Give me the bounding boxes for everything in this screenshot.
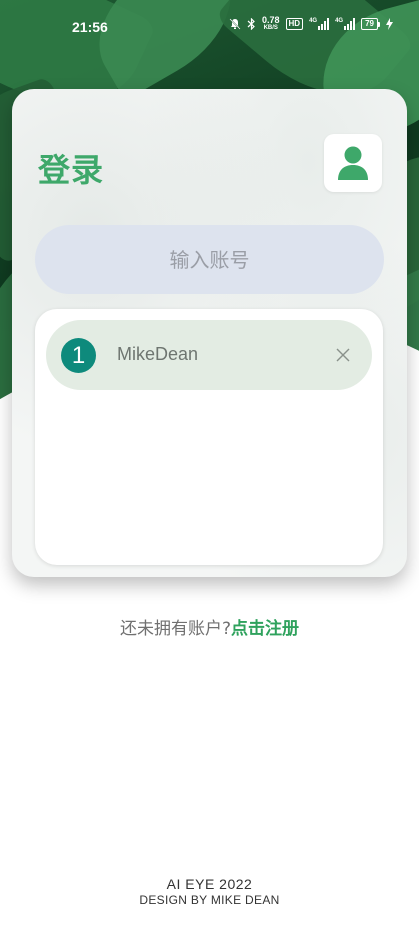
user-avatar-button[interactable] — [324, 134, 382, 192]
account-input[interactable] — [35, 225, 384, 294]
footer: AI EYE 2022 DESIGN BY MIKE DEAN — [0, 876, 419, 907]
network-speed-value: 0.78 — [261, 15, 280, 25]
register-prompt: 还未拥有账户?点击注册 — [0, 614, 419, 639]
bluetooth-icon — [247, 18, 256, 30]
user-icon — [338, 146, 368, 180]
status-time: 21:56 — [72, 19, 108, 35]
battery-level: 79 — [361, 18, 378, 30]
network-speed-unit: KB/S — [263, 25, 278, 31]
page-title: 登录 — [38, 151, 105, 189]
close-icon — [336, 348, 350, 362]
remove-account-button[interactable] — [332, 344, 354, 366]
footer-credit: DESIGN BY MIKE DEAN — [139, 893, 280, 907]
register-link[interactable]: 点击注册 — [231, 619, 299, 639]
signal-2-label: 4G — [335, 18, 344, 24]
signal-icon-1: 4G — [309, 18, 330, 30]
mute-bell-icon — [229, 18, 241, 30]
hd-badge: HD — [285, 18, 304, 30]
status-bar: 21:56 0.78 KB/S HD 4G 4G 79 — [0, 0, 419, 56]
signal-1-label: 4G — [309, 18, 318, 24]
network-speed: 0.78 KB/S — [262, 16, 280, 32]
saved-accounts-list: 1 MikeDean — [35, 309, 383, 565]
charging-icon — [386, 18, 393, 30]
signal-icon-2: 4G — [335, 18, 356, 30]
register-prompt-text: 还未拥有账户? — [119, 619, 232, 639]
account-index-badge: 1 — [61, 338, 96, 373]
battery-icon: 79 — [361, 18, 380, 30]
login-card: 登录 1 MikeDean — [12, 89, 407, 577]
saved-account-item[interactable]: 1 MikeDean — [46, 320, 372, 390]
account-name: MikeDean — [117, 344, 199, 364]
footer-app-name: AI EYE 2022 — [166, 876, 253, 892]
status-icons: 0.78 KB/S HD 4G 4G 79 — [229, 16, 393, 32]
